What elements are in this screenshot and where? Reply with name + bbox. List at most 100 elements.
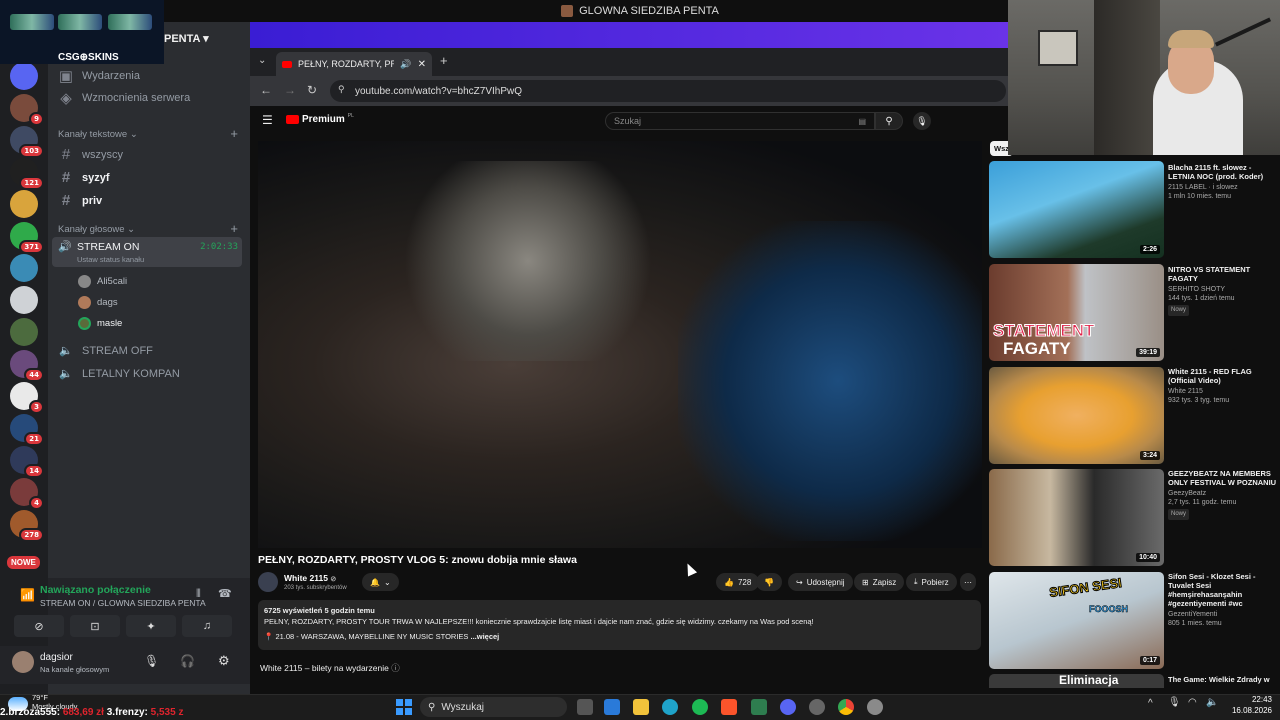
brave-icon[interactable] [721, 699, 737, 715]
spotify-icon[interactable] [692, 699, 708, 715]
wifi-icon[interactable]: ◠ [1188, 697, 1197, 708]
mic-icon[interactable]: 🎙 [144, 654, 159, 668]
new-servers-label[interactable]: NOWE [7, 556, 40, 569]
url-field[interactable]: ⚲ youtube.com/watch?v=bhcZ7VIhPwQ [330, 80, 1006, 102]
camera-off-button[interactable]: ⊘ [14, 615, 64, 637]
server-icon[interactable] [10, 318, 38, 346]
activities-button[interactable]: ✦ [126, 615, 176, 637]
server-icon[interactable]: 44 [10, 350, 44, 382]
more-link[interactable]: ...więcej [471, 632, 500, 641]
dislike-button[interactable]: 👎 [756, 573, 782, 591]
browser-tab[interactable]: PEŁNY, ROZDARTY, PROSTY 🔊 ✕ [276, 52, 432, 76]
rec-info[interactable]: Blacha 2115 ft. slowez - LETNIA NOC (pro… [1168, 163, 1278, 201]
voice-user[interactable]: Ali5cali [78, 275, 127, 288]
store-icon[interactable] [604, 699, 620, 715]
events-item[interactable]: ▣ Wydarzenia [58, 67, 140, 85]
forward-icon[interactable]: → [284, 83, 296, 97]
server-icon[interactable]: 21 [10, 414, 44, 446]
add-channel-icon[interactable]: + [230, 126, 238, 141]
more-actions-button[interactable]: ⋯ [960, 573, 976, 591]
server-icon[interactable] [10, 286, 38, 314]
add-voice-channel-icon[interactable]: + [230, 221, 238, 236]
voice-user[interactable]: masle [78, 317, 122, 330]
reload-icon[interactable]: ↻ [307, 83, 317, 97]
discord-icon[interactable] [780, 699, 796, 715]
tab-search-icon[interactable]: ⌄ [258, 55, 266, 66]
save-button[interactable]: ⊞ Zapisz [854, 573, 905, 591]
youtube-logo[interactable]: Premium PL [286, 113, 354, 125]
server-icon[interactable]: 121 [10, 158, 44, 190]
channel-priv[interactable]: # priv [58, 192, 102, 209]
info-icon[interactable]: ⓘ [391, 663, 400, 673]
clock[interactable]: 22:43 16.08.2026 [1226, 694, 1272, 716]
download-button[interactable]: ⤓ Pobierz [906, 573, 957, 591]
channel-avatar[interactable] [258, 572, 278, 592]
mic-tray-icon[interactable]: 🎙 [1168, 697, 1181, 708]
tray-chevron-icon[interactable]: ^ [1148, 698, 1153, 709]
chrome-icon[interactable] [838, 699, 854, 715]
text-category[interactable]: Kanały tekstowe ⌄ [58, 129, 138, 140]
rec-info[interactable]: White 2115 - RED FLAG (Official Video) W… [1168, 367, 1278, 405]
disconnect-icon[interactable]: ☎ [218, 587, 232, 600]
server-icon[interactable] [10, 62, 38, 90]
edge-icon[interactable] [662, 699, 678, 715]
audio-icon[interactable]: 🔊 [400, 59, 411, 70]
boosts-item[interactable]: ◈ Wzmocnienia serwera [58, 89, 190, 107]
server-icon[interactable]: 14 [10, 446, 44, 478]
windows-start-icon[interactable] [396, 699, 412, 715]
volume-icon[interactable]: 🔈 [1206, 697, 1218, 708]
rec-thumbnail[interactable]: 2:26 [989, 161, 1164, 258]
like-button[interactable]: 👍 728 [716, 573, 760, 591]
video-description[interactable]: 6725 wyświetleń 5 godzin temu PEŁNY, ROZ… [258, 600, 981, 650]
search-button[interactable]: ⚲ [875, 112, 903, 130]
server-icon[interactable] [10, 254, 38, 282]
rec-thumbnail[interactable]: Eliminacja [989, 674, 1164, 688]
keyboard-icon[interactable]: ▤ [858, 117, 866, 126]
noise-icon[interactable]: ⦀ [196, 588, 201, 601]
voice-channel-stream-on[interactable]: 🔊 STREAM ON 2:02:33 Ustaw status kanału [52, 237, 242, 267]
rec-thumbnail[interactable]: 3:24 [989, 367, 1164, 464]
voice-user[interactable]: dags [78, 296, 118, 309]
voice-category[interactable]: Kanały głosowe ⌄ [58, 224, 135, 235]
voice-channel-letalny[interactable]: 🔈 LETALNY KOMPAN [58, 367, 180, 381]
rec-thumbnail[interactable]: 10:40 [989, 469, 1164, 566]
notifications-button[interactable]: 🔔 ⌄ [362, 573, 399, 591]
server-name[interactable]: PENTA ▾ [164, 32, 209, 45]
site-info-icon[interactable]: ⚲ [338, 84, 345, 95]
server-icon[interactable]: 371 [10, 222, 44, 254]
close-icon[interactable]: ✕ [418, 59, 426, 70]
steam-icon[interactable] [809, 699, 825, 715]
share-button[interactable]: ↪ Udostępnij [788, 573, 853, 591]
rec-info[interactable]: The Game: Wielkie Zdrady w [1168, 675, 1278, 686]
server-icon[interactable]: 9 [10, 94, 44, 126]
server-icon[interactable]: 4 [10, 478, 44, 510]
channel-name[interactable]: White 2115 ⊘ [284, 573, 336, 583]
rec-info[interactable]: Sifon Sesi - Klozet Sesi - Tuvalet Sesi … [1168, 572, 1278, 628]
voice-channel-stream-off[interactable]: 🔈 STREAM OFF [58, 344, 153, 358]
menu-icon[interactable]: ☰ [262, 113, 273, 127]
channel-wszyscy[interactable]: # wszyscy [58, 146, 123, 163]
headphones-icon[interactable]: 🎧 [180, 654, 195, 668]
user-avatar[interactable] [12, 651, 34, 673]
server-icon[interactable]: 3 [10, 382, 44, 414]
rec-info[interactable]: GEEZYBEATZ NA MEMBERS ONLY FESTIVAL W PO… [1168, 469, 1278, 520]
soundboard-button[interactable]: ♫ [182, 615, 232, 637]
back-icon[interactable]: ← [260, 83, 272, 97]
signal-icon[interactable]: 📶 [20, 588, 35, 602]
rec-thumbnail[interactable]: SIFON SESI FOOOSH 0:17 [989, 572, 1164, 669]
voice-search-button[interactable]: 🎙 [913, 112, 931, 130]
user-name[interactable]: dagsior [40, 652, 73, 663]
settings-icon[interactable] [867, 699, 883, 715]
new-tab-icon[interactable]: + [440, 53, 448, 68]
connection-subtitle[interactable]: STREAM ON / GLOWNA SIEDZIBA PENTA [40, 598, 206, 608]
server-icon[interactable] [10, 190, 38, 218]
explorer-icon[interactable] [633, 699, 649, 715]
channel-syzyf[interactable]: # syzyf [58, 169, 110, 186]
rec-info[interactable]: NITRO VS STATEMENT FAGATY SERHITO SHOTY … [1168, 265, 1278, 316]
channel-status[interactable]: Ustaw status kanału [77, 255, 144, 264]
task-view-icon[interactable] [577, 699, 593, 715]
excel-icon[interactable] [751, 699, 767, 715]
search-input[interactable]: Szukaj ▤ [605, 112, 875, 130]
server-icon[interactable]: 278 [10, 510, 44, 542]
video-player[interactable] [258, 141, 982, 548]
